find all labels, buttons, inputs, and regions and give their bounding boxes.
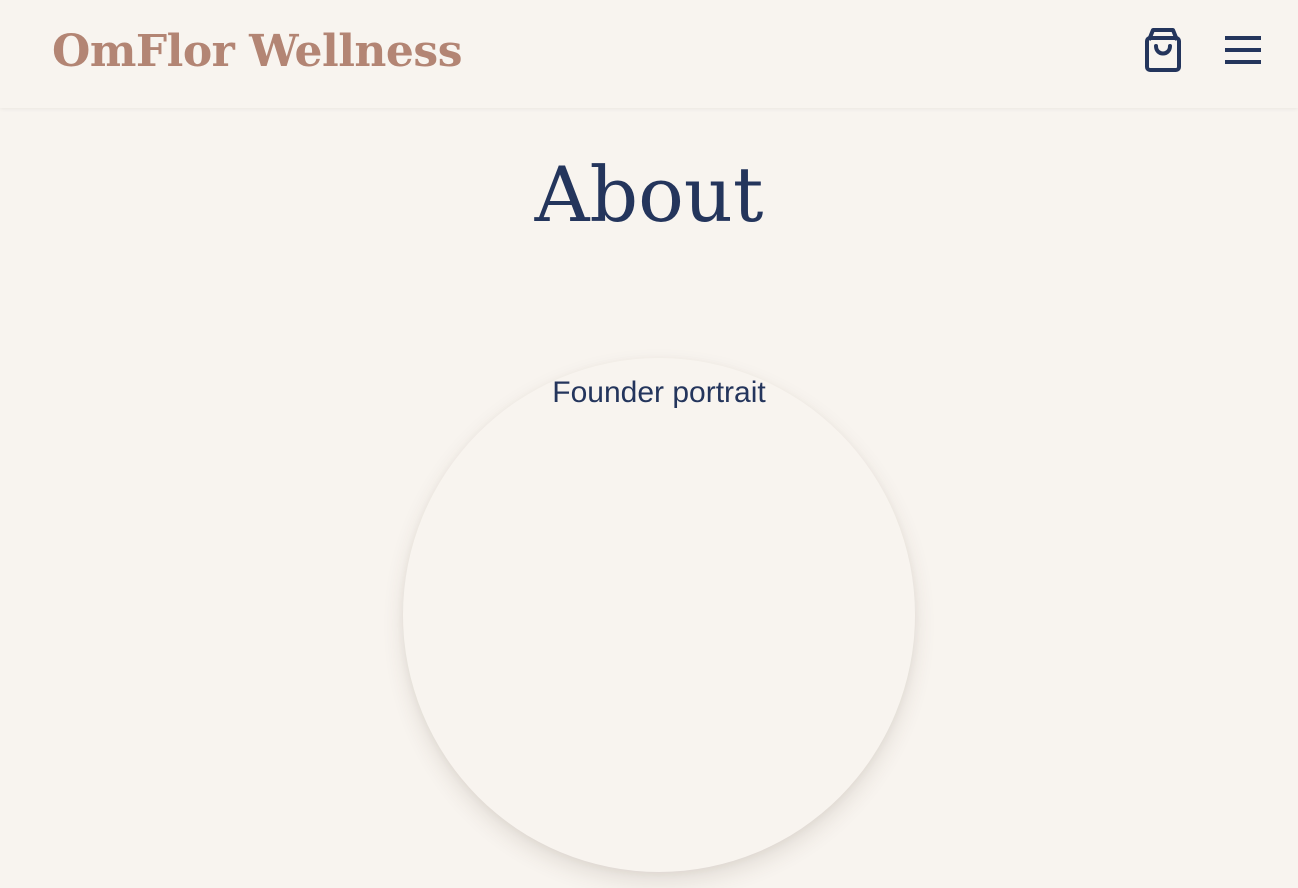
hamburger-menu-icon (1223, 33, 1263, 72)
brand-logo-text[interactable]: OmFlor Wellness (52, 20, 462, 84)
menu-button[interactable] (1220, 30, 1266, 74)
site-header: OmFlor Wellness (0, 0, 1298, 108)
founder-portrait: Founder portrait (403, 358, 915, 872)
cart-button[interactable] (1138, 27, 1188, 77)
page-title: About (534, 150, 764, 239)
portrait-alt-text: Founder portrait (552, 376, 766, 409)
shopping-bag-icon (1141, 26, 1185, 79)
